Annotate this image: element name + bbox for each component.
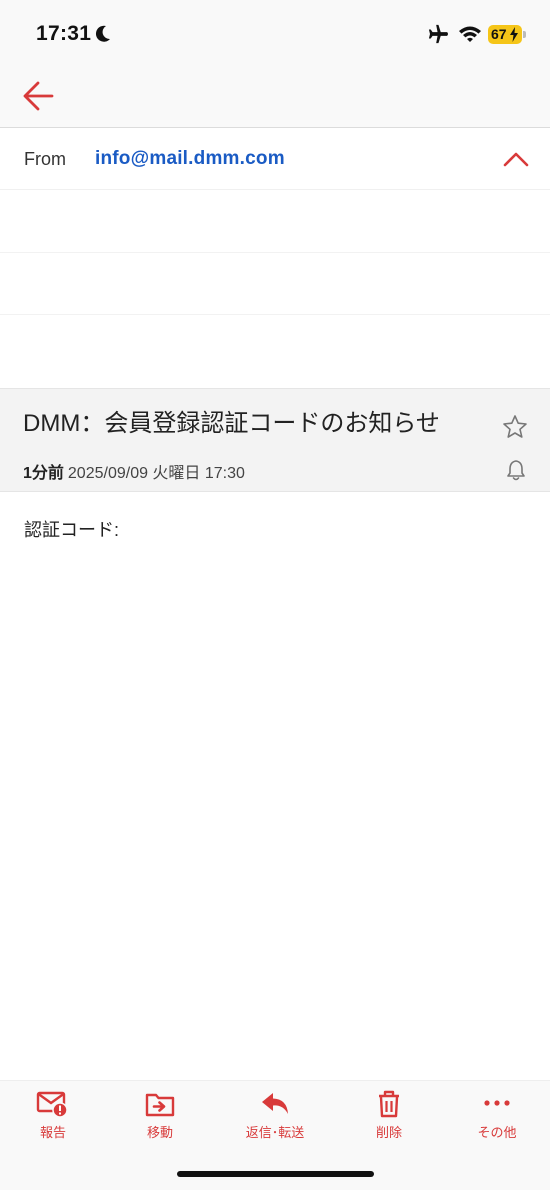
report-mail-icon — [36, 1091, 68, 1118]
reply-forward-label: 返信･転送 — [245, 1125, 305, 1140]
sender-address[interactable]: info@mail.dmm.com — [95, 148, 285, 170]
subject-block: DMM：会員登録認証コードのお知らせ 1分前 2025/09/09 火曜日 17:… — [0, 388, 550, 492]
navigation-bar — [0, 64, 550, 128]
battery-cap — [523, 31, 526, 38]
battery-icon: 67 — [488, 25, 522, 44]
email-subject: DMM：会員登録認証コードのお知らせ — [23, 410, 440, 437]
status-time: 17:31 — [36, 22, 92, 45]
email-age: 1分前 — [23, 465, 64, 482]
chevron-up-icon[interactable] — [502, 149, 530, 169]
back-button[interactable] — [20, 78, 60, 114]
arrow-left-icon — [23, 81, 54, 111]
more-button[interactable]: その他 — [447, 1089, 547, 1149]
moon-icon — [95, 25, 111, 48]
move-folder-icon — [145, 1093, 175, 1117]
bell-icon[interactable] — [505, 459, 527, 481]
from-label: From — [24, 149, 66, 169]
header-detail-row — [0, 190, 550, 253]
home-indicator[interactable] — [177, 1171, 374, 1177]
sender-row[interactable]: From info@mail.dmm.com — [0, 129, 550, 190]
reply-icon — [262, 1093, 288, 1114]
email-body: 認証コード: — [24, 520, 120, 540]
more-dots-icon — [484, 1100, 510, 1106]
status-bar: 17:31 67 — [0, 0, 550, 64]
move-label: 移動 — [146, 1125, 173, 1140]
report-button[interactable]: 報告 — [3, 1089, 103, 1149]
delete-label: 削除 — [375, 1125, 402, 1140]
airplane-icon — [427, 24, 449, 49]
trash-icon — [379, 1090, 399, 1118]
star-outline-icon[interactable] — [502, 414, 528, 440]
move-button[interactable]: 移動 — [110, 1089, 210, 1149]
report-label: 報告 — [39, 1125, 66, 1140]
battery-level: 67 — [491, 26, 507, 42]
wifi-icon — [458, 25, 482, 48]
more-label: その他 — [477, 1125, 517, 1140]
header-detail-row — [0, 253, 550, 315]
email-datetime: 2025/09/09 火曜日 17:30 — [67, 465, 245, 482]
delete-button[interactable]: 削除 — [339, 1089, 439, 1149]
email-meta: 1分前 2025/09/09 火曜日 17:30 — [23, 459, 245, 483]
reply-forward-button[interactable]: 返信･転送 — [225, 1089, 325, 1149]
